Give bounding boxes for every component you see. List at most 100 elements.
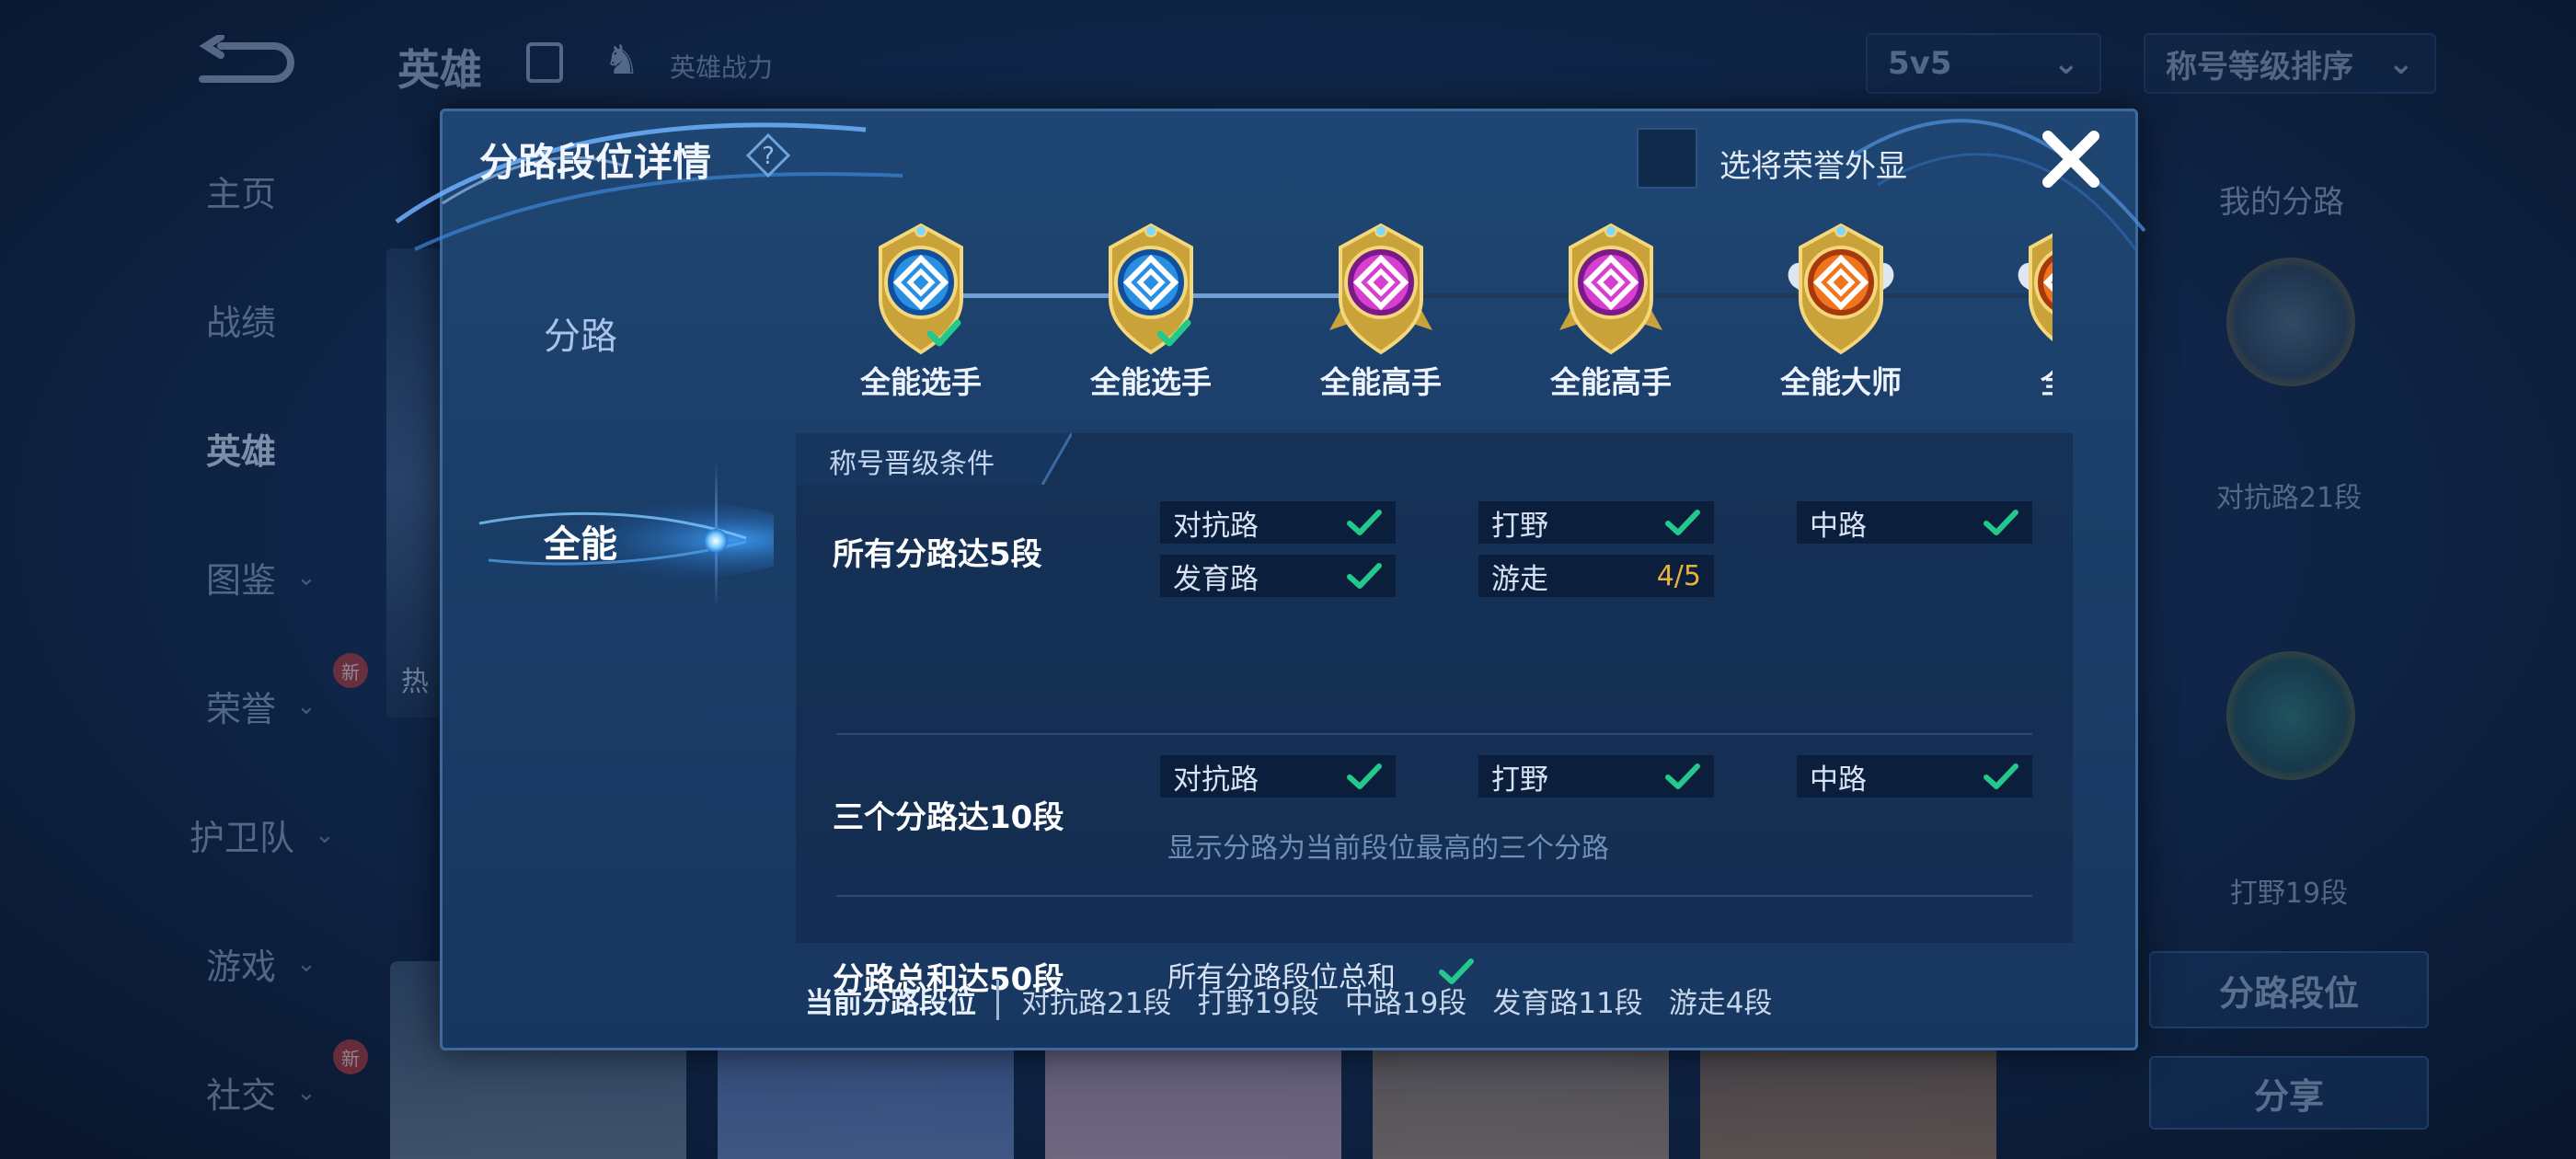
nav-label: 图鉴 (206, 560, 277, 601)
nav-label: 主页 (206, 174, 277, 214)
nav-label: 护卫队 (190, 818, 295, 858)
share-button[interactable]: 分享 (2149, 1056, 2429, 1130)
lane-emblem-icon (2226, 258, 2355, 386)
condition-chip: 中路 (1797, 501, 2032, 544)
rank-label: 全能高手 (1320, 364, 1442, 400)
list-icon[interactable] (526, 42, 563, 83)
lane-rank-item: 中路19段 (1344, 986, 1467, 1020)
check-icon (1665, 510, 1700, 535)
lane-emblem-icon (2226, 651, 2355, 780)
rank-badge[interactable]: 全能选手 (1059, 222, 1243, 406)
back-icon[interactable] (193, 33, 294, 88)
chevron-down-icon: ⌄ (296, 1078, 316, 1107)
rank-emblem-icon (1109, 223, 1193, 355)
current-lane-ranks: 当前分路段位 对抗路21段 打野19段 中路19段 发育路11段 游走4段 (805, 972, 1799, 1027)
close-button[interactable] (2034, 122, 2108, 196)
rank-badge[interactable]: 全能 (1979, 222, 2053, 406)
check-icon (1984, 510, 2018, 535)
nav-label: 游戏 (206, 947, 277, 987)
chevron-down-icon: ⌄ (296, 563, 316, 591)
rank-connector (1381, 293, 2053, 298)
svg-text:?: ? (762, 143, 775, 170)
modal-title: 分路段位详情 (479, 140, 712, 185)
check-icon (1984, 763, 2018, 789)
rank-label: 全能选手 (1090, 364, 1212, 400)
rank-emblem-icon (879, 223, 963, 355)
nav-item-social[interactable]: 社交 ⌄ (175, 1067, 377, 1118)
rank-emblem-icon (1559, 223, 1662, 355)
tab-allround[interactable]: 全能 (443, 499, 719, 582)
nav-item-record[interactable]: 战绩 (175, 294, 377, 345)
hero-card-art[interactable] (386, 248, 442, 717)
tab-lane[interactable]: 分路 (443, 292, 719, 374)
rank-badge[interactable]: 全能大师 (1749, 222, 1933, 406)
new-badge: 新 (333, 1039, 368, 1074)
row-divider (836, 895, 2032, 897)
condition-chip: 游走 4/5 (1478, 555, 1714, 597)
hero-power-label[interactable]: 英雄战力 (670, 48, 773, 85)
nav-item-honor[interactable]: 荣誉 ⌄ (175, 681, 377, 731)
honor-display-label: 选将荣誉外显 (1719, 148, 1907, 185)
chevron-down-icon: ⌄ (315, 820, 335, 849)
nav-item-collection[interactable]: 图鉴 ⌄ (175, 552, 377, 602)
honor-display-checkbox[interactable] (1637, 128, 1697, 189)
nav-item-hero[interactable]: 英雄 (175, 423, 377, 474)
tab-list: 分路 全能 (443, 222, 774, 1031)
sort-select[interactable]: 称号等级排序 ⌄ (2144, 33, 2436, 94)
chip-label: 中路 (1810, 509, 1867, 543)
chip-label: 对抗路 (1173, 763, 1259, 797)
rank-badge[interactable]: 全能选手 (829, 222, 1013, 406)
lane-rank-item: 对抗路21段 (1021, 986, 1172, 1020)
row-divider (836, 733, 2032, 735)
condition-title: 三个分路达10段 (833, 799, 1064, 836)
check-icon (1665, 763, 1700, 789)
chip-label: 游走 (1491, 562, 1548, 596)
condition-chip: 打野 (1478, 755, 1714, 798)
rank-label: 全能 (1979, 358, 2053, 402)
condition-chip: 对抗路 (1160, 755, 1396, 798)
chevron-down-icon: ⌄ (2053, 45, 2080, 82)
rank-badge[interactable]: 全能高手 (1519, 222, 1703, 406)
chip-label: 发育路 (1173, 562, 1259, 596)
lane-rank-item: 游走4段 (1668, 986, 1773, 1020)
page-title: 英雄 (397, 45, 482, 95)
condition-title: 所有分路达5段 (833, 536, 1042, 573)
rank-label: 全能大师 (1780, 364, 1902, 400)
nav-label: 荣誉 (206, 689, 277, 729)
lane-rank-detail-modal: 分路段位详情 ? 选将荣誉外显 分路 全能 全能选手 全能选手 全能高手 全能高手 全能… (395, 109, 2146, 1050)
nav-item-game[interactable]: 游戏 ⌄ (175, 938, 377, 989)
nav-item-home[interactable]: 主页 (175, 166, 377, 216)
help-icon[interactable]: ? (746, 133, 790, 178)
chip-label: 打野 (1491, 763, 1548, 797)
hero-power-icon[interactable]: ♞ (604, 37, 639, 84)
lane-rank-item: 打野19段 (1197, 986, 1319, 1020)
rank-badge[interactable]: 全能高手 (1289, 222, 1473, 406)
mode-select-value: 5v5 (1888, 45, 1952, 82)
lane-rank-button[interactable]: 分路段位 (2149, 951, 2429, 1028)
rank-label: 全能高手 (1550, 364, 1672, 400)
sort-select-value: 称号等级排序 (2166, 48, 2353, 86)
check-icon (1347, 763, 1382, 789)
right-lane-label: 打野19段 (2229, 878, 2349, 910)
chip-label: 中路 (1810, 763, 1867, 797)
lane-rank-item: 发育路11段 (1492, 986, 1643, 1020)
chip-label: 对抗路 (1173, 509, 1259, 543)
nav-item-guard[interactable]: 护卫队 ⌄ (158, 809, 361, 860)
rank-emblem-icon (2018, 233, 2053, 342)
check-icon (1347, 510, 1382, 535)
mode-select[interactable]: 5v5 ⌄ (1866, 33, 2101, 94)
chip-label: 打野 (1491, 509, 1548, 543)
tab-indicator-dot (704, 529, 728, 553)
rank-label: 全能选手 (860, 364, 982, 400)
rank-emblem-icon (1329, 223, 1432, 355)
progress-value: 4/5 (1656, 559, 1701, 592)
nav-label: 社交 (206, 1075, 277, 1116)
promotion-conditions-panel: 称号晋级条件 所有分路达5段 对抗路 打野 中路 发育路 游走 4/5 三个分路达… (796, 433, 2073, 998)
nav-label: 英雄 (206, 431, 277, 472)
nav-label: 战绩 (206, 303, 277, 343)
condition-chip: 中路 (1797, 755, 2032, 798)
new-badge: 新 (333, 653, 368, 688)
condition-note: 显示分路为当前段位最高的三个分路 (1167, 832, 1609, 865)
my-lane-title: 我的分路 (2219, 184, 2344, 221)
condition-chip: 打野 (1478, 501, 1714, 544)
